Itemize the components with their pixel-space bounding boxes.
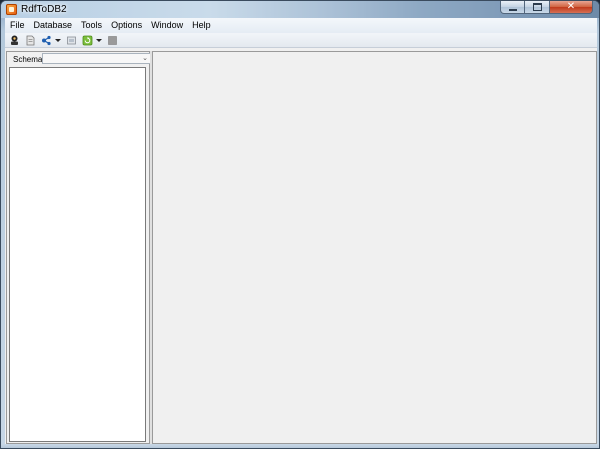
maximize-button[interactable] — [525, 1, 550, 14]
export-icon[interactable] — [65, 34, 77, 46]
schema-panel: Schema ⌄ — [6, 51, 151, 444]
menu-database[interactable]: Database — [29, 18, 77, 33]
close-icon: ✕ — [566, 1, 576, 12]
mdi-area — [152, 51, 597, 444]
app-window: RdfToDB2 ✕ File Database Tools Options W… — [0, 0, 600, 449]
title-bar[interactable]: RdfToDB2 ✕ — [1, 1, 599, 18]
chevron-down-icon[interactable]: ⌄ — [142, 55, 148, 63]
stop-icon[interactable] — [106, 34, 118, 46]
menu-file[interactable]: File — [5, 18, 29, 33]
chevron-down-icon[interactable] — [55, 38, 61, 42]
minimize-icon — [508, 8, 517, 11]
schema-label: Schema — [13, 54, 43, 64]
maximize-icon — [532, 3, 542, 11]
schema-tree[interactable] — [9, 67, 146, 442]
chevron-down-icon[interactable] — [96, 38, 102, 42]
app-icon[interactable] — [6, 4, 17, 15]
caption-buttons: ✕ — [500, 1, 593, 15]
minimize-button[interactable] — [500, 1, 525, 14]
share-icon[interactable] — [40, 34, 52, 46]
refresh-icon[interactable] — [81, 34, 93, 46]
window-title: RdfToDB2 — [21, 4, 67, 15]
document-icon[interactable] — [24, 34, 36, 46]
menu-bar: File Database Tools Options Window Help — [5, 18, 597, 33]
connect-icon[interactable] — [8, 34, 20, 46]
schema-select[interactable]: ⌄ — [42, 53, 151, 64]
workspace: Schema ⌄ — [5, 48, 597, 444]
menu-options[interactable]: Options — [106, 18, 146, 33]
window-bottom-border — [1, 444, 599, 448]
schema-row: Schema ⌄ — [7, 52, 151, 66]
menu-help[interactable]: Help — [187, 18, 215, 33]
menu-window[interactable]: Window — [146, 18, 187, 33]
menu-tools[interactable]: Tools — [76, 18, 106, 33]
close-button[interactable]: ✕ — [550, 1, 593, 14]
toolbar — [5, 33, 597, 48]
